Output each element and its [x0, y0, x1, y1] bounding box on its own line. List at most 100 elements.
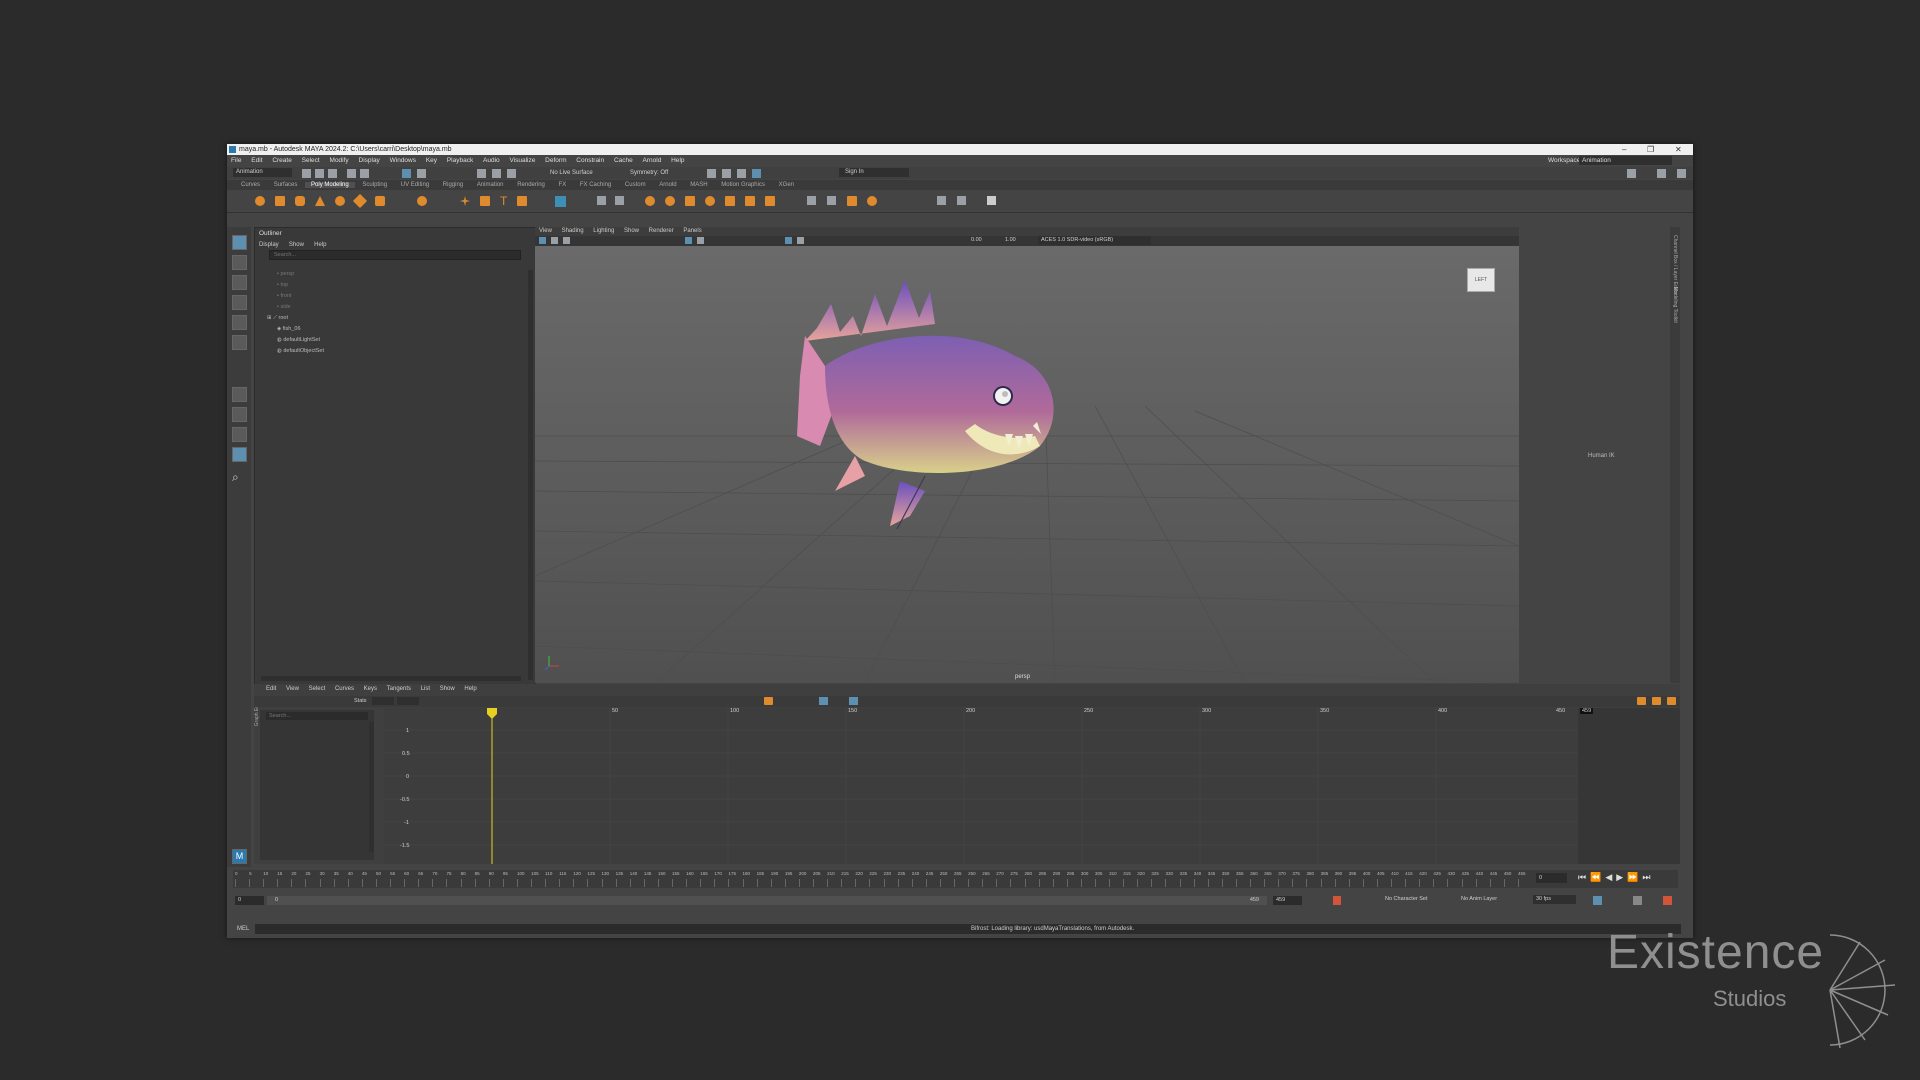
color-space-dropdown[interactable]: ACES 1.0 SDR-video (sRGB): [1038, 236, 1151, 245]
shelf-tab-custom[interactable]: Custom: [619, 182, 652, 188]
live-surface-field[interactable]: No Live Surface: [550, 168, 593, 178]
shelf-tab-uv-editing[interactable]: UV Editing: [395, 182, 435, 188]
step-back-key-icon[interactable]: ⏪: [1590, 872, 1605, 882]
play-backward-icon[interactable]: ◀: [1605, 872, 1616, 882]
search-icon[interactable]: ⌕: [232, 471, 245, 484]
start-time-field[interactable]: 0: [235, 896, 264, 905]
modeling-toolkit-icon[interactable]: [1627, 169, 1636, 178]
viewport-menu-lighting[interactable]: Lighting: [593, 228, 614, 234]
end-time-field[interactable]: 459: [1273, 896, 1302, 905]
quad-draw-icon[interactable]: [867, 196, 877, 206]
four-view-layout-icon[interactable]: [232, 407, 247, 422]
outliner-menu-display[interactable]: Display: [259, 242, 279, 248]
menu-cache[interactable]: Cache: [614, 157, 633, 164]
bookmarks-icon[interactable]: [563, 237, 570, 244]
menu-set-dropdown[interactable]: Animation: [233, 168, 292, 177]
minimize-button[interactable]: –: [1622, 144, 1626, 155]
mirror-icon[interactable]: [765, 196, 775, 206]
render-settings-icon[interactable]: [752, 169, 761, 178]
anim-layer-dropdown[interactable]: No Anim Layer: [1461, 896, 1497, 902]
outliner-scrollbar[interactable]: [528, 270, 533, 680]
render-frame-icon[interactable]: [722, 169, 731, 178]
channel-box-icon[interactable]: [1657, 169, 1666, 178]
graph-editor-curve-area[interactable]: 1 0.5 0 -0.5 -1 -1.5 50 100 150 200 250 …: [384, 708, 1680, 864]
outliner-item-default-object-set[interactable]: ◍ defaultObjectSet: [277, 348, 324, 354]
redo-icon[interactable]: [360, 169, 369, 178]
camera-attributes-icon[interactable]: [551, 237, 558, 244]
shelf-tab-poly-modeling[interactable]: Poly Modeling: [305, 182, 355, 188]
preferences-icon[interactable]: [1663, 896, 1672, 905]
close-button[interactable]: ✕: [1675, 144, 1682, 155]
menu-playback[interactable]: Playback: [447, 157, 473, 164]
outliner-item-fish[interactable]: ◈ fish_06: [277, 326, 301, 332]
graph-layout-icon-3[interactable]: [1667, 697, 1676, 705]
graph-editor-layout-icon[interactable]: [232, 447, 247, 462]
view-cube[interactable]: LEFT: [1467, 268, 1495, 292]
sculpt-tool-icon[interactable]: [937, 196, 946, 205]
time-slider[interactable]: 0 5 10 15 20 25 30 35 40 45 50 55 60 65 70 75 80 85 90 95 10…: [233, 870, 1678, 888]
select-tool-icon[interactable]: [232, 235, 247, 250]
menu-modify[interactable]: Modify: [330, 157, 349, 164]
bevel-icon[interactable]: [705, 196, 715, 206]
shelf-tab-xgen[interactable]: XGen: [773, 182, 800, 188]
maximize-button[interactable]: ❐: [1647, 144, 1654, 155]
menu-arnold[interactable]: Arnold: [643, 157, 662, 164]
go-to-end-icon[interactable]: ⏭: [1642, 872, 1654, 882]
outliner-item-default-light-set[interactable]: ◍ defaultLightSet: [277, 337, 320, 343]
move-tool-icon[interactable]: [232, 295, 247, 310]
outliner-menu-help[interactable]: Help: [314, 242, 326, 248]
menu-select[interactable]: Select: [302, 157, 320, 164]
poly-torus-icon[interactable]: [335, 196, 345, 206]
undo-icon[interactable]: [347, 169, 356, 178]
range-slider[interactable]: 0 459: [267, 896, 1267, 905]
save-scene-icon[interactable]: [328, 169, 337, 178]
graph-outliner-scrollbar[interactable]: [369, 722, 374, 852]
snap-to-curve-icon[interactable]: [492, 169, 501, 178]
graph-menu-list[interactable]: List: [421, 686, 430, 692]
attribute-editor-icon[interactable]: [1677, 169, 1686, 178]
outliner-layout-icon[interactable]: [232, 427, 247, 442]
menu-windows[interactable]: Windows: [390, 157, 416, 164]
textured-icon[interactable]: [785, 237, 792, 244]
menu-constrain[interactable]: Constrain: [576, 157, 604, 164]
workspace-dropdown[interactable]: Animation: [1579, 156, 1672, 165]
poly-disc-icon[interactable]: [375, 196, 385, 206]
poly-cube-icon[interactable]: [275, 196, 285, 206]
graph-search-input[interactable]: Search...: [266, 712, 368, 720]
boolean-icon[interactable]: [555, 196, 566, 207]
shelf-tab-surfaces[interactable]: Surfaces: [268, 182, 304, 188]
open-scene-icon[interactable]: [315, 169, 324, 178]
sweep-mesh-icon[interactable]: [460, 196, 470, 206]
graph-menu-edit[interactable]: Edit: [266, 686, 276, 692]
auto-key-icon[interactable]: [1333, 896, 1341, 905]
menu-help[interactable]: Help: [671, 157, 684, 164]
menu-deform[interactable]: Deform: [545, 157, 566, 164]
lasso-tool-icon[interactable]: [232, 255, 247, 270]
snap-to-point-icon[interactable]: [507, 169, 516, 178]
gamma-field[interactable]: 1.00: [1005, 237, 1016, 243]
poly-cone-icon[interactable]: [315, 196, 325, 206]
auto-frame-icon[interactable]: [819, 697, 828, 705]
poly-sphere-icon[interactable]: [255, 196, 265, 206]
shelf-tab-mash[interactable]: MASH: [684, 182, 713, 188]
outliner-item-front[interactable]: ▪ front: [277, 293, 292, 299]
insert-edge-loop-icon[interactable]: [827, 196, 836, 205]
curve-tool-icon[interactable]: [480, 196, 490, 206]
scale-tool-icon[interactable]: [232, 335, 247, 350]
shelf-tab-rendering[interactable]: Rendering: [511, 182, 551, 188]
outliner-menu-show[interactable]: Show: [289, 242, 304, 248]
sign-in-button[interactable]: Sign In: [839, 168, 909, 177]
bridge-icon[interactable]: [685, 196, 695, 206]
sound-icon[interactable]: [1633, 896, 1642, 905]
graph-layout-icon-2[interactable]: [1652, 697, 1661, 705]
stats-value-field-2[interactable]: [397, 697, 419, 705]
command-line-language[interactable]: MEL: [237, 922, 249, 936]
menu-edit[interactable]: Edit: [251, 157, 262, 164]
side-tab-modeling-toolkit[interactable]: Modeling Toolkit: [1672, 287, 1678, 323]
menu-key[interactable]: Key: [426, 157, 437, 164]
outliner-item-top[interactable]: ▪ top: [277, 282, 288, 288]
render-view-icon[interactable]: [707, 169, 716, 178]
separate-icon[interactable]: [615, 196, 624, 205]
step-forward-key-icon[interactable]: ⏩: [1627, 872, 1642, 882]
viewport-menu-panels[interactable]: Panels: [683, 228, 701, 234]
